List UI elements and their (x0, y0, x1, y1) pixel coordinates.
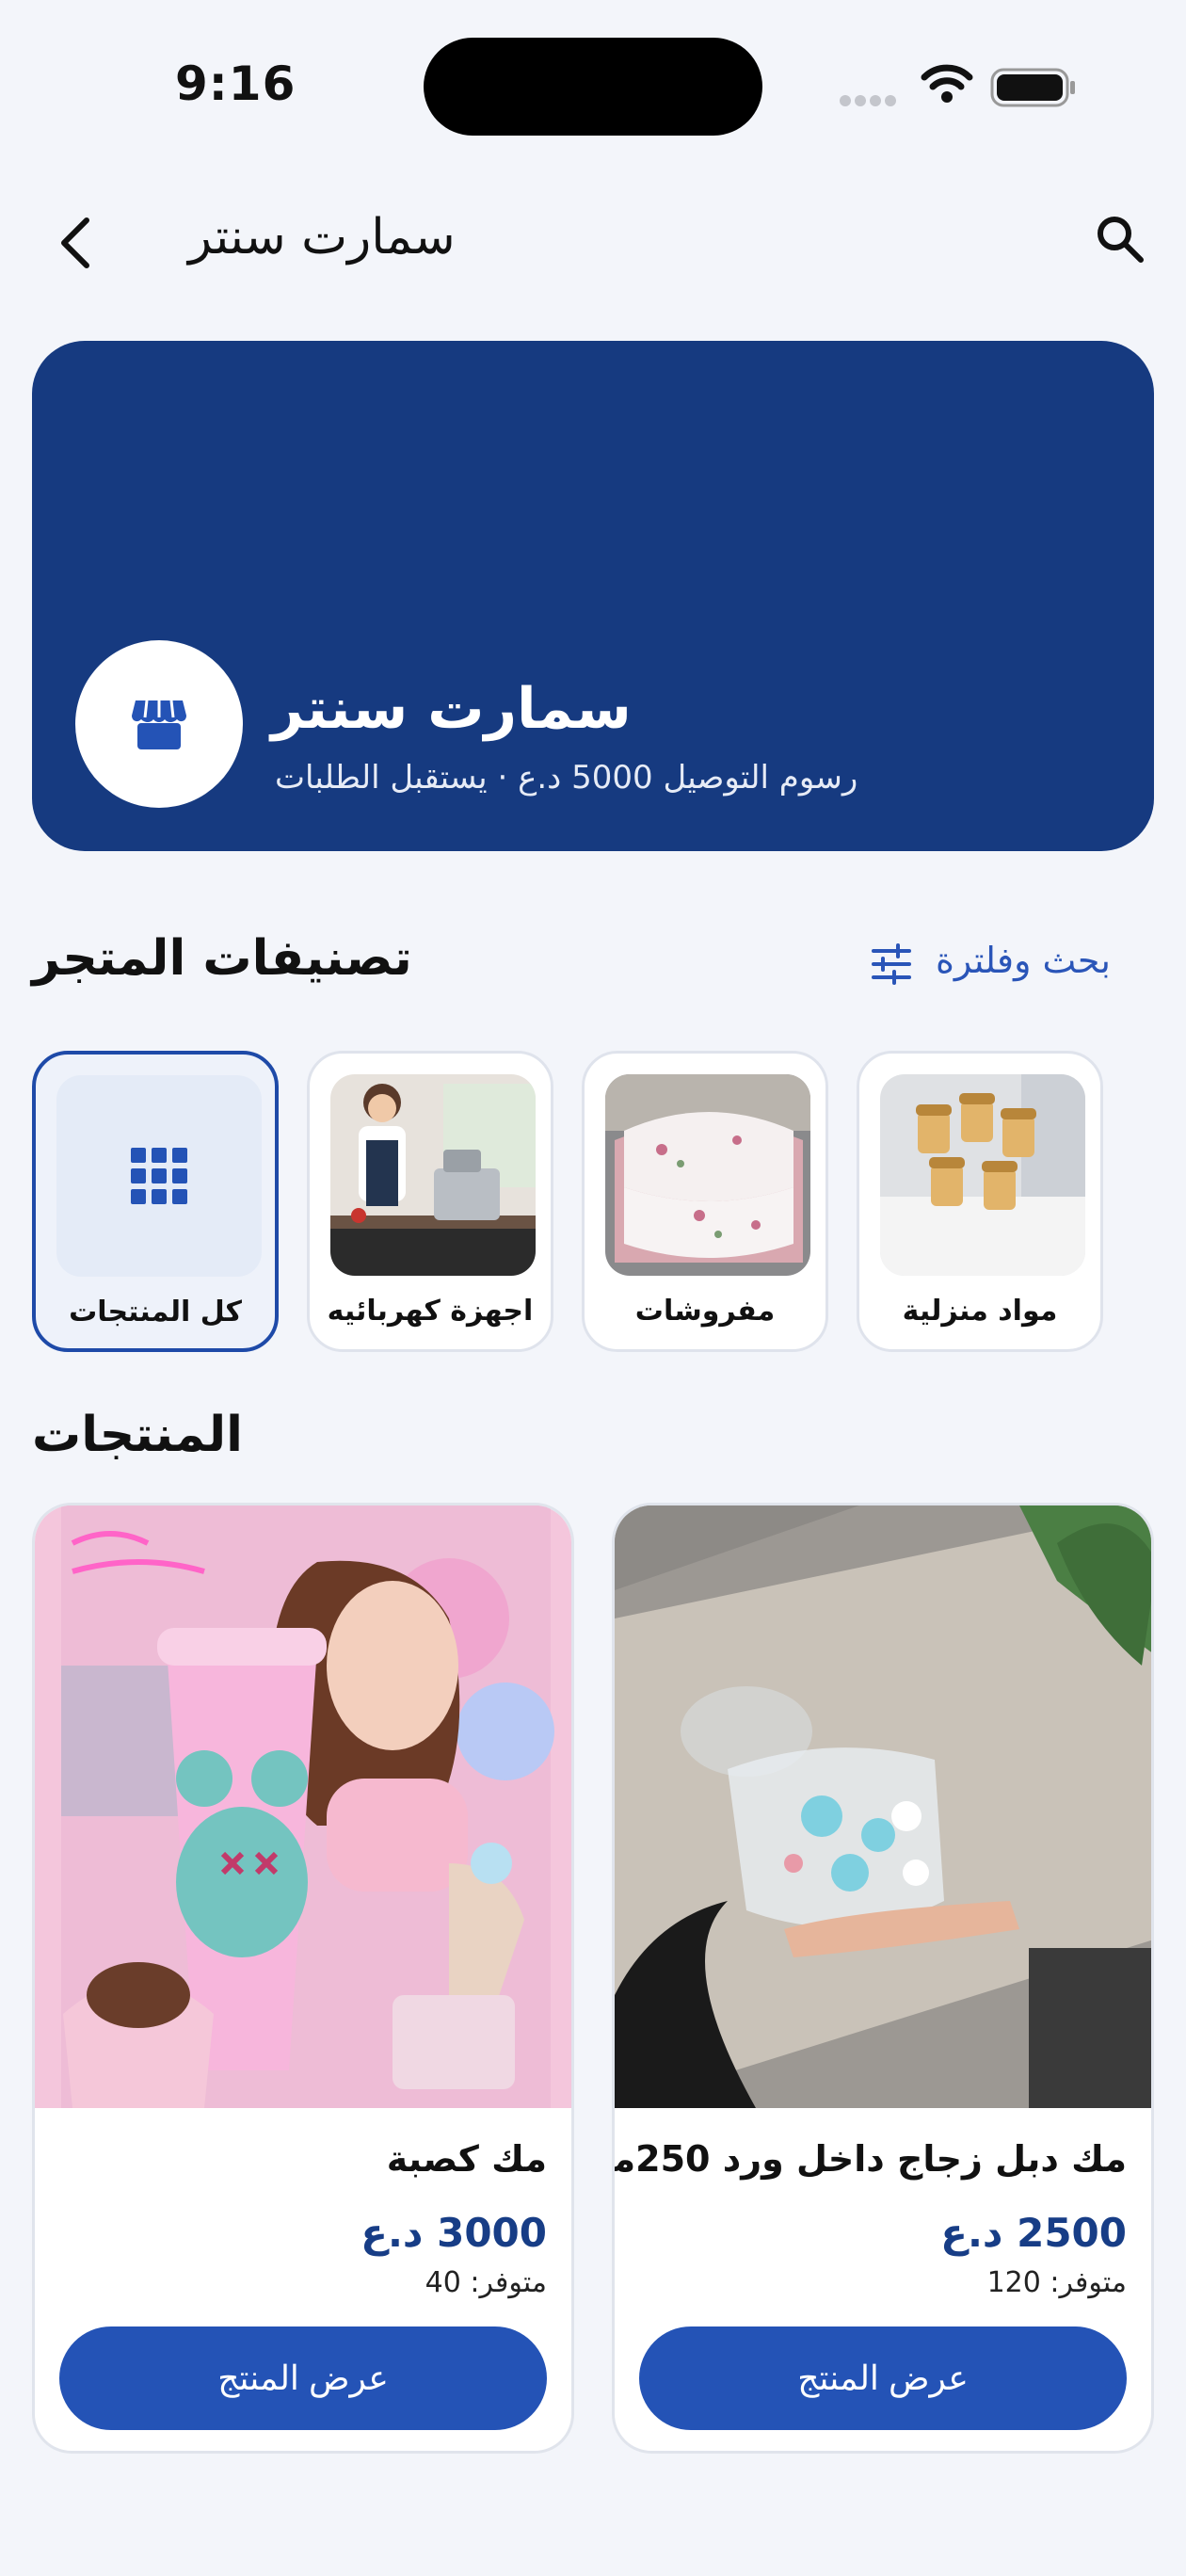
store-name: سمارت سنتر (271, 676, 632, 742)
product-price: 3000 د.ع (361, 2210, 547, 2256)
category-label: كل المنتجات (69, 1296, 242, 1328)
view-product-button[interactable]: عرض المنتج (59, 2326, 547, 2430)
category-appliances[interactable]: اجهزة كهربائيه (307, 1051, 553, 1352)
search-filter-link[interactable]: بحث وفلترة (936, 940, 1111, 981)
category-label: مواد منزلية (902, 1295, 1058, 1328)
categories-title: تصنيفات المتجر (32, 930, 412, 987)
product-card[interactable]: مك دبل زجاج داخل ورد 250مل 2500 د.ع متوف… (612, 1503, 1154, 2454)
wifi-icon (921, 64, 973, 103)
battery-icon (990, 68, 1075, 107)
filter-sliders-icon[interactable] (872, 943, 911, 985)
page-title: سمارت سنتر (188, 209, 456, 266)
category-all-products[interactable]: كل المنتجات (32, 1051, 279, 1352)
category-bedding[interactable]: مفروشات (582, 1051, 828, 1352)
appliances-photo-icon (330, 1074, 536, 1276)
store-icon (132, 700, 186, 749)
store-delivery-info: رسوم التوصيل 5000 د.ع · يستقبل الطلبات (275, 759, 858, 797)
product-name: مك دبل زجاج داخل ورد 250مل (613, 2138, 1127, 2180)
grid-icon (131, 1148, 187, 1204)
category-label: اجهزة كهربائيه (327, 1295, 534, 1328)
category-label: مفروشات (634, 1295, 776, 1328)
category-home-goods[interactable]: مواد منزلية (857, 1051, 1103, 1352)
products-title: المنتجات (32, 1407, 243, 1463)
view-product-button[interactable]: عرض المنتج (639, 2326, 1127, 2430)
dynamic-island (424, 38, 762, 136)
bedding-photo-icon (605, 1074, 810, 1276)
back-chevron-icon[interactable] (55, 215, 96, 271)
product-stock: متوفر: 120 (986, 2266, 1127, 2299)
signal-dots-icon (840, 92, 900, 106)
product-price: 2500 د.ع (940, 2210, 1127, 2256)
product-tumbler-photo (35, 1505, 571, 2108)
search-icon[interactable] (1094, 213, 1146, 266)
product-card[interactable]: مك كصبة 3000 د.ع متوفر: 40 عرض المنتج (32, 1503, 574, 2454)
status-time: 9:16 (175, 56, 296, 111)
product-stock: متوفر: 40 (425, 2266, 547, 2299)
product-glass-mug-photo (615, 1505, 1151, 2108)
store-avatar (75, 640, 243, 808)
home-goods-photo-icon (880, 1074, 1085, 1276)
product-name: مك كصبة (386, 2138, 547, 2180)
